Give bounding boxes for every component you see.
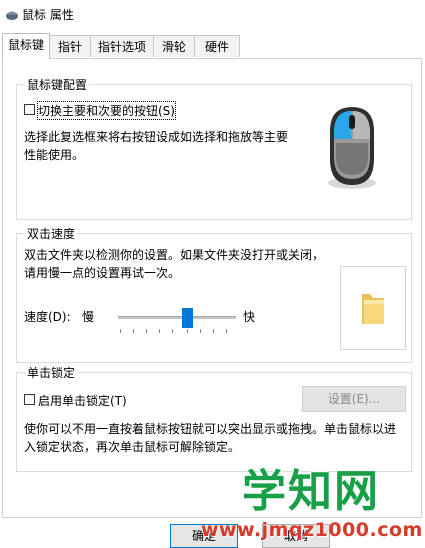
tab-pointers[interactable]: 指针: [49, 35, 91, 57]
slider-tick: [159, 329, 160, 333]
double-click-title: 双击速度: [25, 225, 78, 242]
click-lock-description: 使你可以不用一直按着鼠标按钮就可以突出显示或拖拽。单击鼠标以进入锁定状态，再次单…: [24, 422, 397, 454]
fast-label: 快: [243, 310, 256, 324]
slider-tick: [200, 329, 201, 333]
slider-tick: [213, 329, 214, 333]
switch-buttons-label[interactable]: 切换主要和次要的按钮(S): [37, 101, 176, 120]
button-config-title: 鼠标键配置: [25, 76, 90, 93]
button-config-description: 选择此复选框来将右按钮设成如选择和拖放等主要性能使用。: [24, 130, 289, 162]
slider-tick: [187, 329, 188, 333]
double-click-description: 双击文件夹以检测你的设置。如果文件夹没打开或关闭，请用慢一点的设置再试一次。: [24, 248, 325, 280]
click-lock-checkbox[interactable]: [24, 394, 35, 405]
tab-wheel[interactable]: 滑轮: [153, 35, 195, 57]
slider-tick: [146, 329, 147, 333]
click-lock-title: 单击锁定: [25, 364, 78, 381]
slider-tick: [133, 329, 134, 333]
slider-tick: [120, 329, 121, 333]
switch-buttons-checkbox[interactable]: [24, 104, 35, 115]
mouse-illustration-icon: [328, 107, 376, 189]
tab-hardware[interactable]: 硬件: [194, 35, 240, 57]
folder-icon[interactable]: [360, 290, 386, 326]
slider-tick: [172, 329, 173, 333]
speed-slider-thumb[interactable]: [182, 308, 193, 328]
tab-pointer-options[interactable]: 指针选项: [90, 35, 154, 57]
click-lock-settings-button[interactable]: 设置(E)...: [302, 386, 406, 412]
speed-label: 速度(D):: [24, 310, 71, 324]
slider-tick: [226, 329, 227, 333]
tab-buttons[interactable]: 鼠标键: [2, 33, 50, 59]
ok-button[interactable]: 确定: [170, 524, 238, 548]
tab-strip: 鼠标键 指针 指针选项 滑轮 硬件: [0, 33, 425, 59]
double-click-test-area[interactable]: [340, 266, 406, 350]
slow-label: 慢: [82, 310, 95, 324]
cancel-button[interactable]: 取消: [262, 524, 330, 548]
window-title: 鼠标 属性: [22, 8, 74, 22]
mouse-app-icon: [6, 11, 18, 20]
title-bar: 鼠标 属性: [0, 0, 425, 30]
click-lock-label[interactable]: 启用单击锁定(T): [38, 392, 127, 409]
speed-slider-track[interactable]: [118, 316, 236, 319]
